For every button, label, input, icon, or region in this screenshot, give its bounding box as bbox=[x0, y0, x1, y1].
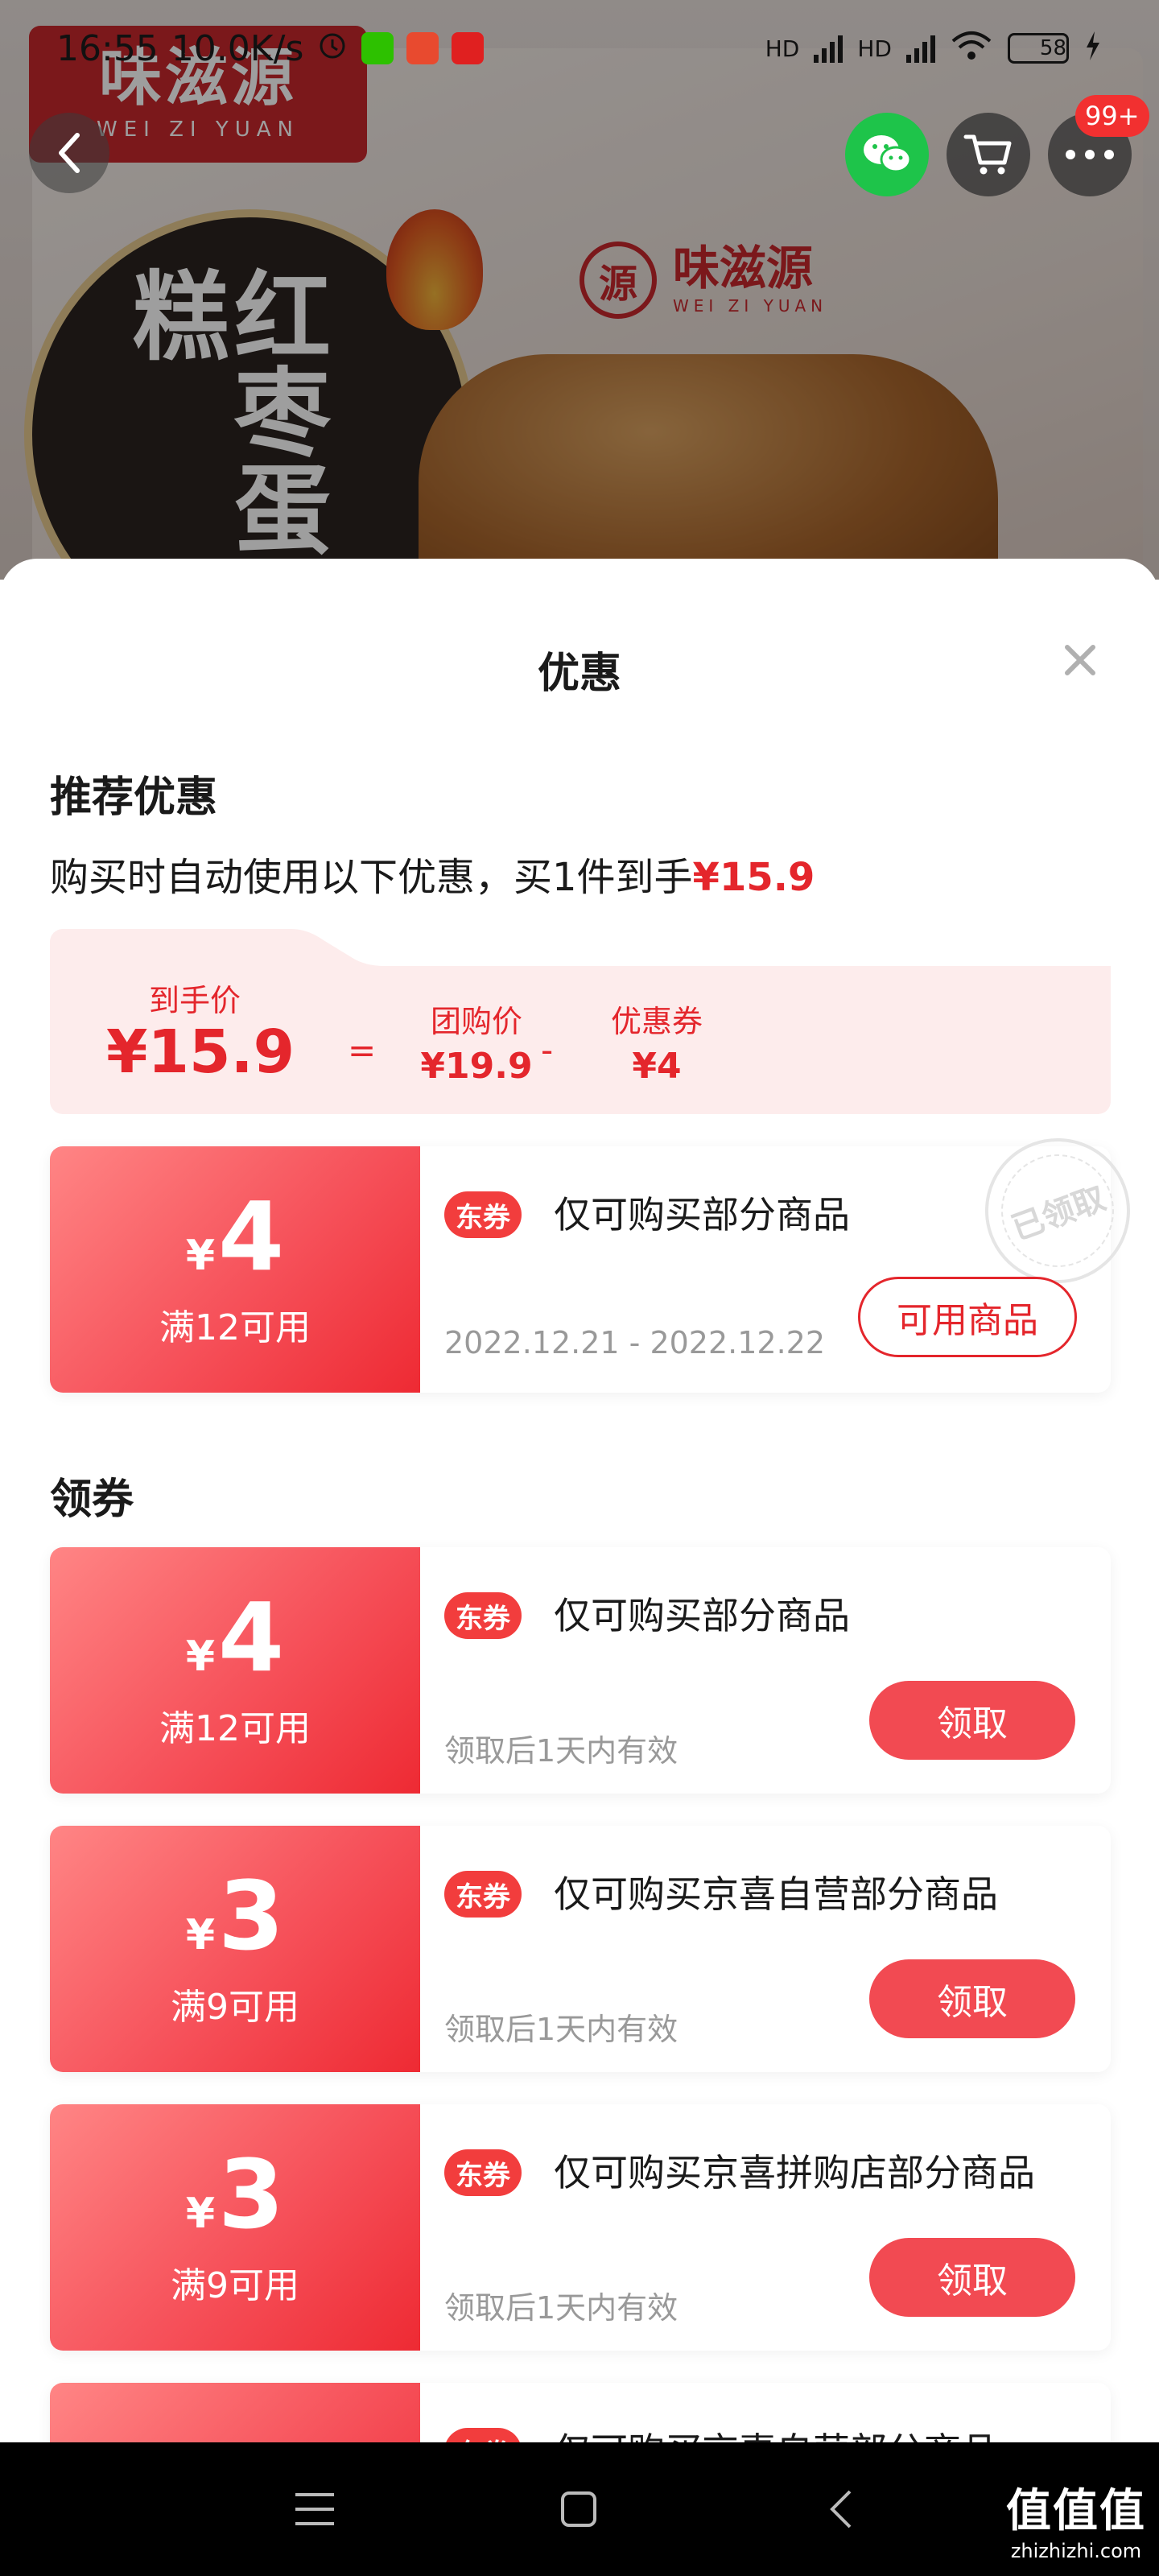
battery-level: 58 bbox=[1039, 36, 1066, 60]
coupon-description: 仅可购买京喜拼购店部分商品 bbox=[554, 2151, 1035, 2194]
coupon-value-panel: ¥ 4 满12可用 bbox=[50, 1547, 420, 1794]
coupon-validity: 领取后1天内有效 bbox=[444, 2290, 678, 2326]
recommended-title: 推荐优惠 bbox=[50, 774, 218, 822]
coupon-description: 仅可购买部分商品 bbox=[554, 1193, 850, 1236]
coupon-condition: 满9可用 bbox=[171, 1987, 299, 2028]
claimed-stamp-text: 已领取 bbox=[1007, 1179, 1111, 1248]
signal-icon bbox=[814, 34, 843, 63]
final-price-value: ¥15.9 bbox=[106, 1018, 295, 1087]
coupon-currency: ¥ bbox=[185, 1633, 216, 1681]
claimable-coupon-card: ¥ 3 满9可用 东券 仅可购买京喜拼购店部分商品 领取后1天内有效 领取 bbox=[50, 2104, 1111, 2351]
coupon-currency: ¥ bbox=[185, 1911, 216, 1959]
app-notification-icon bbox=[406, 32, 439, 64]
coupon-discount-block: 优惠券 ¥4 bbox=[584, 997, 729, 1087]
status-speed: 10.0K/s bbox=[171, 27, 304, 69]
wechat-share-button[interactable] bbox=[845, 113, 929, 196]
back-button[interactable] bbox=[29, 113, 109, 193]
close-icon bbox=[1065, 645, 1095, 675]
notification-badge: 99+ bbox=[1075, 95, 1149, 137]
claimable-coupon-card: ¥ 3 满9可用 东券 仅可购买京喜自营部分商品 领取后1天内有效 领取 bbox=[50, 1826, 1111, 2072]
system-back-button[interactable] bbox=[813, 2481, 869, 2537]
coupon-currency: ¥ bbox=[185, 1232, 216, 1280]
claimed-stamp: 已领取 bbox=[964, 1117, 1151, 1304]
claim-coupons-title: 领券 bbox=[50, 1476, 134, 1524]
applied-coupon-card: 已领取 ¥ 4 满12可用 东券 仅可购买部分商品 2022.12.21 - 2… bbox=[50, 1117, 1151, 1393]
wechat-notification-icon bbox=[361, 32, 394, 64]
cart-icon bbox=[963, 134, 1012, 175]
battery-indicator: 58 bbox=[1008, 33, 1069, 64]
back-arrow-icon bbox=[830, 2490, 852, 2529]
auto-apply-price: ¥15.9 bbox=[692, 855, 815, 900]
group-price-value: ¥19.9 bbox=[420, 1046, 533, 1087]
network-label: HD bbox=[857, 35, 892, 62]
coupon-discount-label: 优惠券 bbox=[610, 1004, 703, 1039]
auto-apply-label: 购买时自动使用以下优惠，买1件到手 bbox=[50, 855, 693, 900]
watermark-logo: 值值值 bbox=[1006, 2485, 1146, 2537]
coupon-value-panel: ¥ 3 满9可用 bbox=[50, 2104, 420, 2351]
alarm-icon bbox=[316, 28, 349, 69]
coupon-value-panel: ¥ 4 满12可用 bbox=[50, 1146, 420, 1393]
coupon-validity: 领取后1天内有效 bbox=[444, 1733, 678, 1769]
available-products-button[interactable]: 可用商品 bbox=[858, 1277, 1077, 1357]
signal-icon bbox=[906, 34, 935, 63]
claim-coupon-button[interactable]: 领取 bbox=[869, 2238, 1075, 2317]
coupon-amount: 3 bbox=[218, 1860, 285, 1971]
menu-button[interactable] bbox=[287, 2481, 343, 2537]
dim-overlay[interactable] bbox=[0, 0, 1159, 580]
product-image: 味滋源 WEI ZI YUAN 红枣蛋糕 源 味滋源 WEI ZI YUAN bbox=[0, 0, 1159, 580]
wechat-icon bbox=[864, 135, 912, 173]
coupon-validity: 2022.12.21 - 2022.12.22 bbox=[444, 1325, 826, 1360]
coupon-type-tag: 东券 bbox=[444, 2149, 522, 2196]
chevron-left-icon bbox=[59, 133, 80, 173]
final-price-label: 到手价 bbox=[148, 983, 241, 1018]
charging-icon bbox=[1083, 30, 1103, 68]
coupon-type-tag: 东券 bbox=[444, 1191, 522, 1238]
coupon-amount: 4 bbox=[218, 1582, 285, 1693]
coupon-condition: 满12可用 bbox=[159, 1708, 311, 1749]
breakdown-tab-shape bbox=[291, 929, 1111, 966]
auto-apply-text: 购买时自动使用以下优惠，买1件到手¥15.9 bbox=[50, 845, 815, 902]
status-bar: 16:55 10.0K/s HD HD 58 bbox=[0, 24, 1159, 72]
coupon-currency: ¥ bbox=[185, 2190, 216, 2238]
equals-sign: = bbox=[348, 1030, 377, 1070]
more-dots-icon bbox=[1066, 150, 1114, 159]
coupon-description: 仅可购买京喜自营部分商品 bbox=[554, 1872, 998, 1916]
screen: 味滋源 WEI ZI YUAN 红枣蛋糕 源 味滋源 WEI ZI YUAN 1… bbox=[0, 0, 1159, 2576]
wifi-icon bbox=[950, 30, 993, 68]
sheet-title: 优惠 bbox=[537, 650, 621, 698]
watermark-site: zhizhizhi.com bbox=[1010, 2540, 1142, 2562]
coupon-sheet: 优惠 推荐优惠 购买时自动使用以下优惠，买1件到手¥15.9 到手价 ¥15.9… bbox=[0, 559, 1159, 2576]
final-price-block: 到手价 ¥15.9 bbox=[106, 976, 295, 1087]
menu-icon bbox=[295, 2493, 334, 2525]
home-icon bbox=[561, 2491, 596, 2527]
app-notification-icon bbox=[452, 32, 485, 64]
close-button[interactable] bbox=[1054, 634, 1106, 686]
status-time: 16:55 bbox=[56, 27, 159, 69]
coupon-condition: 满12可用 bbox=[159, 1307, 311, 1348]
coupon-validity: 领取后1天内有效 bbox=[444, 2012, 678, 2047]
coupon-description: 仅可购买部分商品 bbox=[554, 1594, 850, 1637]
system-nav-bar: 值值值 zhizhizhi.com bbox=[0, 2442, 1159, 2576]
coupon-type-tag: 东券 bbox=[444, 1871, 522, 1918]
group-price-block: 团购价 ¥19.9 bbox=[404, 997, 549, 1087]
site-watermark: 值值值 zhizhizhi.com bbox=[1006, 2475, 1146, 2562]
coupon-discount-value: ¥4 bbox=[632, 1046, 682, 1087]
coupon-type-tag: 东券 bbox=[444, 1592, 522, 1639]
coupon-value-panel: ¥ 3 满9可用 bbox=[50, 1826, 420, 2072]
minus-sign: - bbox=[541, 1030, 554, 1070]
group-price-label: 团购价 bbox=[430, 1004, 522, 1039]
home-button[interactable] bbox=[551, 2481, 607, 2537]
coupon-amount: 4 bbox=[218, 1181, 285, 1292]
coupon-condition: 满9可用 bbox=[171, 2265, 299, 2306]
price-breakdown: 到手价 ¥15.9 = 团购价 ¥19.9 - 优惠券 ¥4 bbox=[50, 929, 1111, 1114]
claim-coupon-button[interactable]: 领取 bbox=[869, 1959, 1075, 2038]
claim-coupon-button[interactable]: 领取 bbox=[869, 1681, 1075, 1760]
claimable-coupon-card: ¥ 4 满12可用 东券 仅可购买部分商品 领取后1天内有效 领取 bbox=[50, 1547, 1111, 1794]
coupon-amount: 3 bbox=[218, 2139, 285, 2250]
cart-button[interactable] bbox=[947, 113, 1030, 196]
network-label: HD bbox=[765, 35, 800, 62]
